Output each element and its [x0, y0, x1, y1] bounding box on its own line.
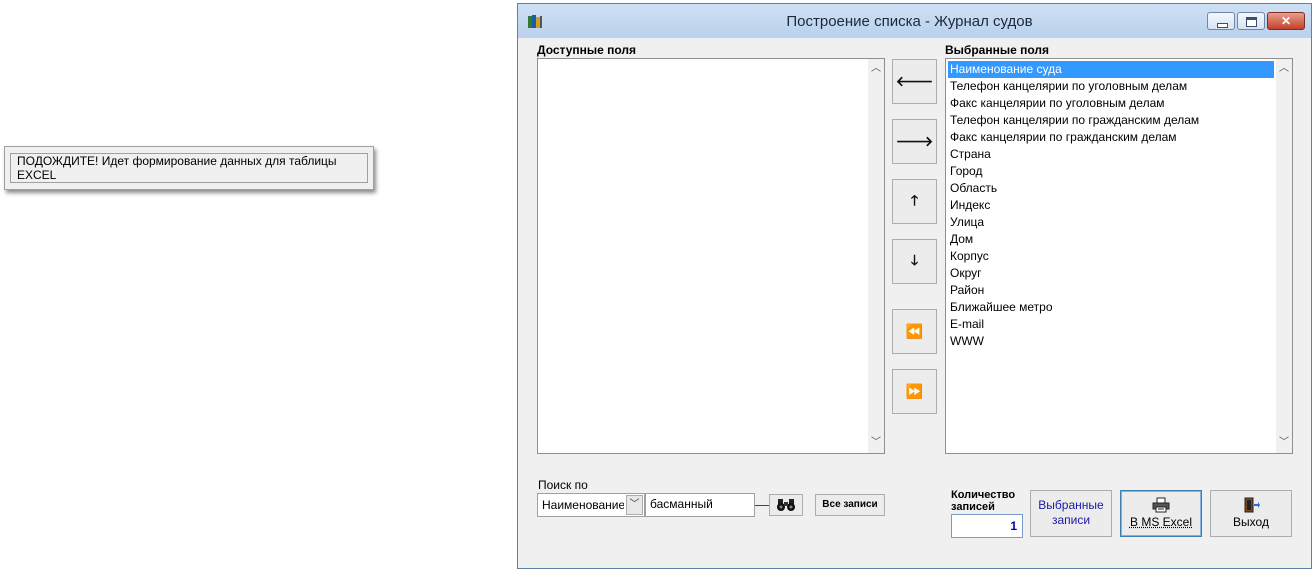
- selected-field-item[interactable]: Ближайшее метро: [948, 299, 1274, 316]
- move-down-button[interactable]: 🡓: [892, 239, 937, 284]
- selected-field-item[interactable]: Факс канцелярии по гражданским делам: [948, 129, 1274, 146]
- exit-door-icon: [1244, 497, 1260, 513]
- search-field-value: Наименование: [542, 498, 624, 512]
- move-all-right-button[interactable]: ⏩: [892, 369, 937, 414]
- printer-icon: [1152, 497, 1170, 513]
- search-field-select[interactable]: Наименование ﹀: [537, 493, 645, 517]
- selected-field-item[interactable]: Район: [948, 282, 1274, 299]
- scroll-down-icon[interactable]: ﹀: [1276, 435, 1292, 451]
- move-down-arrow-icon: 🡓: [910, 251, 919, 268]
- selected-field-item[interactable]: Наименование суда: [948, 61, 1274, 78]
- selected-field-item[interactable]: WWW: [948, 333, 1274, 350]
- scroll-down-icon[interactable]: ﹀: [868, 435, 884, 451]
- all-records-button[interactable]: Все записи: [815, 494, 885, 516]
- selected-records-button[interactable]: Выбранные записи: [1030, 490, 1112, 537]
- selected-items: Наименование суда Телефон канцелярии по у…: [948, 61, 1274, 350]
- selected-field-item[interactable]: Индекс: [948, 197, 1274, 214]
- move-right-arrow-icon: 🡒: [895, 133, 934, 149]
- selected-field-item[interactable]: Страна: [948, 146, 1274, 163]
- search-label: Поиск по: [538, 478, 588, 492]
- record-count-label-line2: записей: [951, 501, 995, 513]
- wait-toast: ПОДОЖДИТЕ! Идет формирование данных для …: [4, 146, 374, 190]
- window-title: Построение списка - Журнал судов: [786, 13, 1033, 30]
- binoculars-icon: [777, 499, 795, 511]
- selected-field-item[interactable]: Область: [948, 180, 1274, 197]
- record-count-label: Количество записей: [951, 489, 1023, 513]
- title-bar[interactable]: Построение списка - Журнал судов: [518, 4, 1311, 38]
- search-input[interactable]: басманный: [645, 493, 755, 517]
- scroll-up-icon[interactable]: ︿: [1276, 61, 1292, 77]
- selected-records-label-line1: Выбранные: [1038, 498, 1104, 512]
- selected-field-item[interactable]: Корпус: [948, 248, 1274, 265]
- move-up-arrow-icon: 🡑: [910, 191, 919, 208]
- chevron-down-icon[interactable]: ﹀: [626, 495, 643, 515]
- minimize-button[interactable]: [1207, 12, 1235, 30]
- move-left-button[interactable]: 🡐: [892, 59, 937, 104]
- selected-field-item[interactable]: Город: [948, 163, 1274, 180]
- selected-field-item[interactable]: Округ: [948, 265, 1274, 282]
- selected-field-item[interactable]: Телефон канцелярии по гражданским делам: [948, 112, 1274, 129]
- find-button[interactable]: [769, 494, 803, 516]
- available-fields-label: Доступные поля: [537, 43, 637, 57]
- selected-records-label-line2: записи: [1051, 513, 1091, 527]
- record-count-field: 1: [951, 514, 1023, 538]
- export-excel-button[interactable]: В MS Excel: [1120, 490, 1202, 537]
- selected-fields-list[interactable]: Наименование суда Телефон канцелярии по у…: [945, 58, 1293, 454]
- selected-field-item[interactable]: Улица: [948, 214, 1274, 231]
- available-scrollbar[interactable]: ︿ ﹀: [868, 59, 884, 453]
- export-excel-label: В MS Excel: [1129, 515, 1192, 529]
- move-all-left-button[interactable]: ⏪: [892, 309, 937, 354]
- record-count-label-line1: Количество: [951, 489, 1016, 501]
- move-up-button[interactable]: 🡑: [892, 179, 937, 224]
- selected-field-item[interactable]: Телефон канцелярии по уголовным делам: [948, 78, 1274, 95]
- selected-scrollbar[interactable]: ︿ ﹀: [1276, 59, 1292, 453]
- move-all-left-arrow-icon: ⏪: [905, 323, 924, 339]
- selected-fields-label: Выбранные поля: [945, 43, 1049, 57]
- connector-line: [755, 505, 769, 506]
- maximize-button[interactable]: [1237, 12, 1265, 30]
- selected-field-item[interactable]: E-mail: [948, 316, 1274, 333]
- selected-field-item[interactable]: Факс канцелярии по уголовным делам: [948, 95, 1274, 112]
- close-button[interactable]: [1267, 12, 1305, 30]
- exit-label: Выход: [1233, 515, 1269, 529]
- window-body: Доступные поля Выбранные поля ︿ ﹀ 🡐 🡒 🡑 🡓 ⏪ ⏩…: [523, 38, 1306, 563]
- move-right-button[interactable]: 🡒: [892, 119, 937, 164]
- move-all-right-arrow-icon: ⏩: [905, 383, 924, 399]
- wait-message: ПОДОЖДИТЕ! Идет формирование данных для …: [10, 153, 368, 183]
- selected-field-item[interactable]: Дом: [948, 231, 1274, 248]
- move-left-arrow-icon: 🡐: [895, 73, 934, 89]
- scroll-up-icon[interactable]: ︿: [868, 61, 884, 77]
- available-fields-list[interactable]: ︿ ﹀: [537, 58, 885, 454]
- list-builder-window: Построение списка - Журнал судов Доступн…: [517, 3, 1312, 569]
- exit-button[interactable]: Выход: [1210, 490, 1292, 537]
